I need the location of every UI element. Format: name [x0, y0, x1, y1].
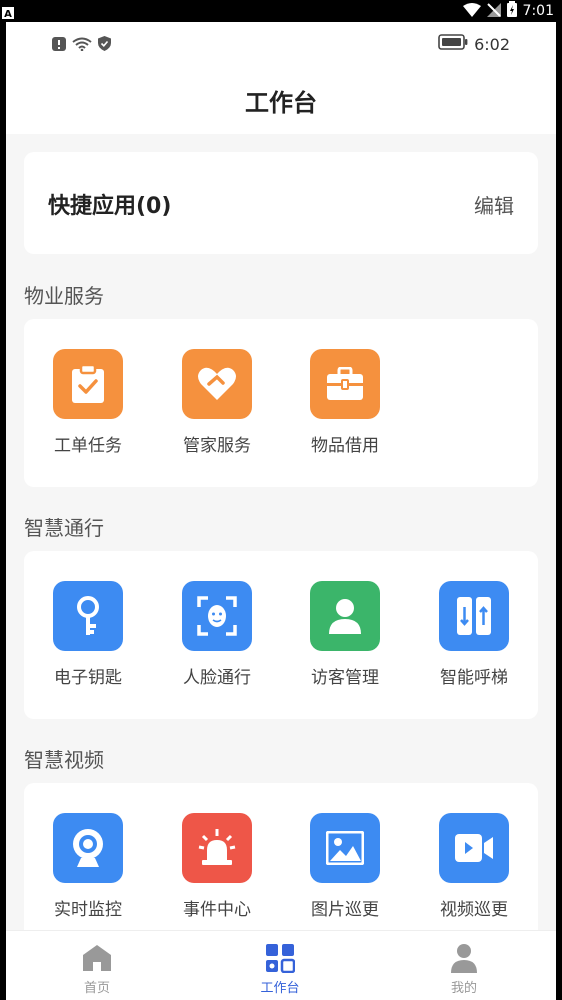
bottom-nav: 首页 工作台 我的: [6, 930, 556, 1000]
app-label: 物品借用: [311, 436, 379, 456]
nav-label: 我的: [450, 981, 477, 996]
nav-label: 首页: [83, 981, 110, 996]
app-label: 人脸通行: [183, 668, 251, 688]
app-screen: 6:02 工作台 快捷应用(0) 编辑 物业服务 工单任务 管家服务 物品借用: [6, 22, 556, 1000]
key-icon: [53, 581, 123, 651]
app-image-patrol[interactable]: 图片巡更: [300, 813, 390, 920]
app-label: 图片巡更: [311, 900, 379, 920]
smart-video-card: 实时监控 事件中心 图片巡更 视频巡更: [24, 783, 538, 951]
property-services-card: 工单任务 管家服务 物品借用: [24, 319, 538, 487]
quick-apps-title: 快捷应用(0): [48, 194, 172, 219]
svg-text:A: A: [4, 9, 12, 19]
app-visitor-management[interactable]: 访客管理: [300, 581, 390, 688]
app-work-order[interactable]: 工单任务: [43, 349, 133, 456]
section-title-smart-access: 智慧通行: [24, 516, 104, 540]
no-signal-icon: [486, 2, 501, 21]
battery-charging-icon: [506, 1, 517, 21]
clipboard-check-icon: [53, 349, 123, 419]
shield-icon: [98, 36, 111, 55]
section-title-smart-video: 智慧视频: [24, 748, 104, 772]
toolbox-icon: [310, 349, 380, 419]
app-label: 电子钥匙: [54, 668, 122, 688]
nav-label: 工作台: [260, 981, 300, 996]
notification-icon: A: [2, 4, 14, 20]
wifi-icon: [462, 2, 481, 21]
app-label: 智能呼梯: [440, 668, 508, 688]
system-status-bar: A 7:01: [0, 0, 562, 22]
battery-icon: [438, 34, 468, 54]
nav-profile[interactable]: 我的: [414, 941, 514, 996]
person-icon: [310, 581, 380, 651]
app-smart-elevator[interactable]: 智能呼梯: [429, 581, 519, 688]
nav-home[interactable]: 首页: [47, 941, 147, 996]
app-label: 实时监控: [54, 900, 122, 920]
heart-icon: [182, 349, 252, 419]
app-electronic-key[interactable]: 电子钥匙: [43, 581, 133, 688]
app-label: 视频巡更: [440, 900, 508, 920]
home-icon: [80, 941, 114, 975]
app-event-center[interactable]: 事件中心: [172, 813, 262, 920]
app-video-patrol[interactable]: 视频巡更: [429, 813, 519, 920]
header-bar: 工作台: [6, 66, 556, 134]
quick-apps-card: 快捷应用(0) 编辑: [24, 152, 538, 254]
elevator-icon: [439, 581, 509, 651]
edit-button[interactable]: 编辑: [474, 190, 514, 219]
app-label: 访客管理: [311, 668, 379, 688]
smart-access-card: 电子钥匙 人脸通行 访客管理 智能呼梯: [24, 551, 538, 719]
section-title-property-services: 物业服务: [24, 284, 104, 308]
app-label: 事件中心: [183, 900, 251, 920]
app-label: 工单任务: [54, 436, 122, 456]
alarm-siren-icon: [182, 813, 252, 883]
app-label: 管家服务: [183, 436, 251, 456]
face-scan-icon: [182, 581, 252, 651]
page-title: 工作台: [245, 88, 317, 117]
app-face-access[interactable]: 人脸通行: [172, 581, 262, 688]
inner-time: 6:02: [474, 34, 510, 54]
webcam-icon: [53, 813, 123, 883]
image-icon: [310, 813, 380, 883]
app-item-borrow[interactable]: 物品借用: [300, 349, 390, 456]
profile-icon: [447, 941, 481, 975]
app-butler-service[interactable]: 管家服务: [172, 349, 262, 456]
app-live-monitor[interactable]: 实时监控: [43, 813, 133, 920]
workbench-grid-icon: [263, 941, 297, 975]
wifi-icon: [72, 36, 92, 55]
system-time: 7:01: [522, 3, 554, 19]
nav-workbench[interactable]: 工作台: [230, 941, 330, 996]
alert-icon: [52, 36, 66, 55]
video-camera-icon: [439, 813, 509, 883]
inner-status-bar: 6:02: [6, 22, 556, 66]
